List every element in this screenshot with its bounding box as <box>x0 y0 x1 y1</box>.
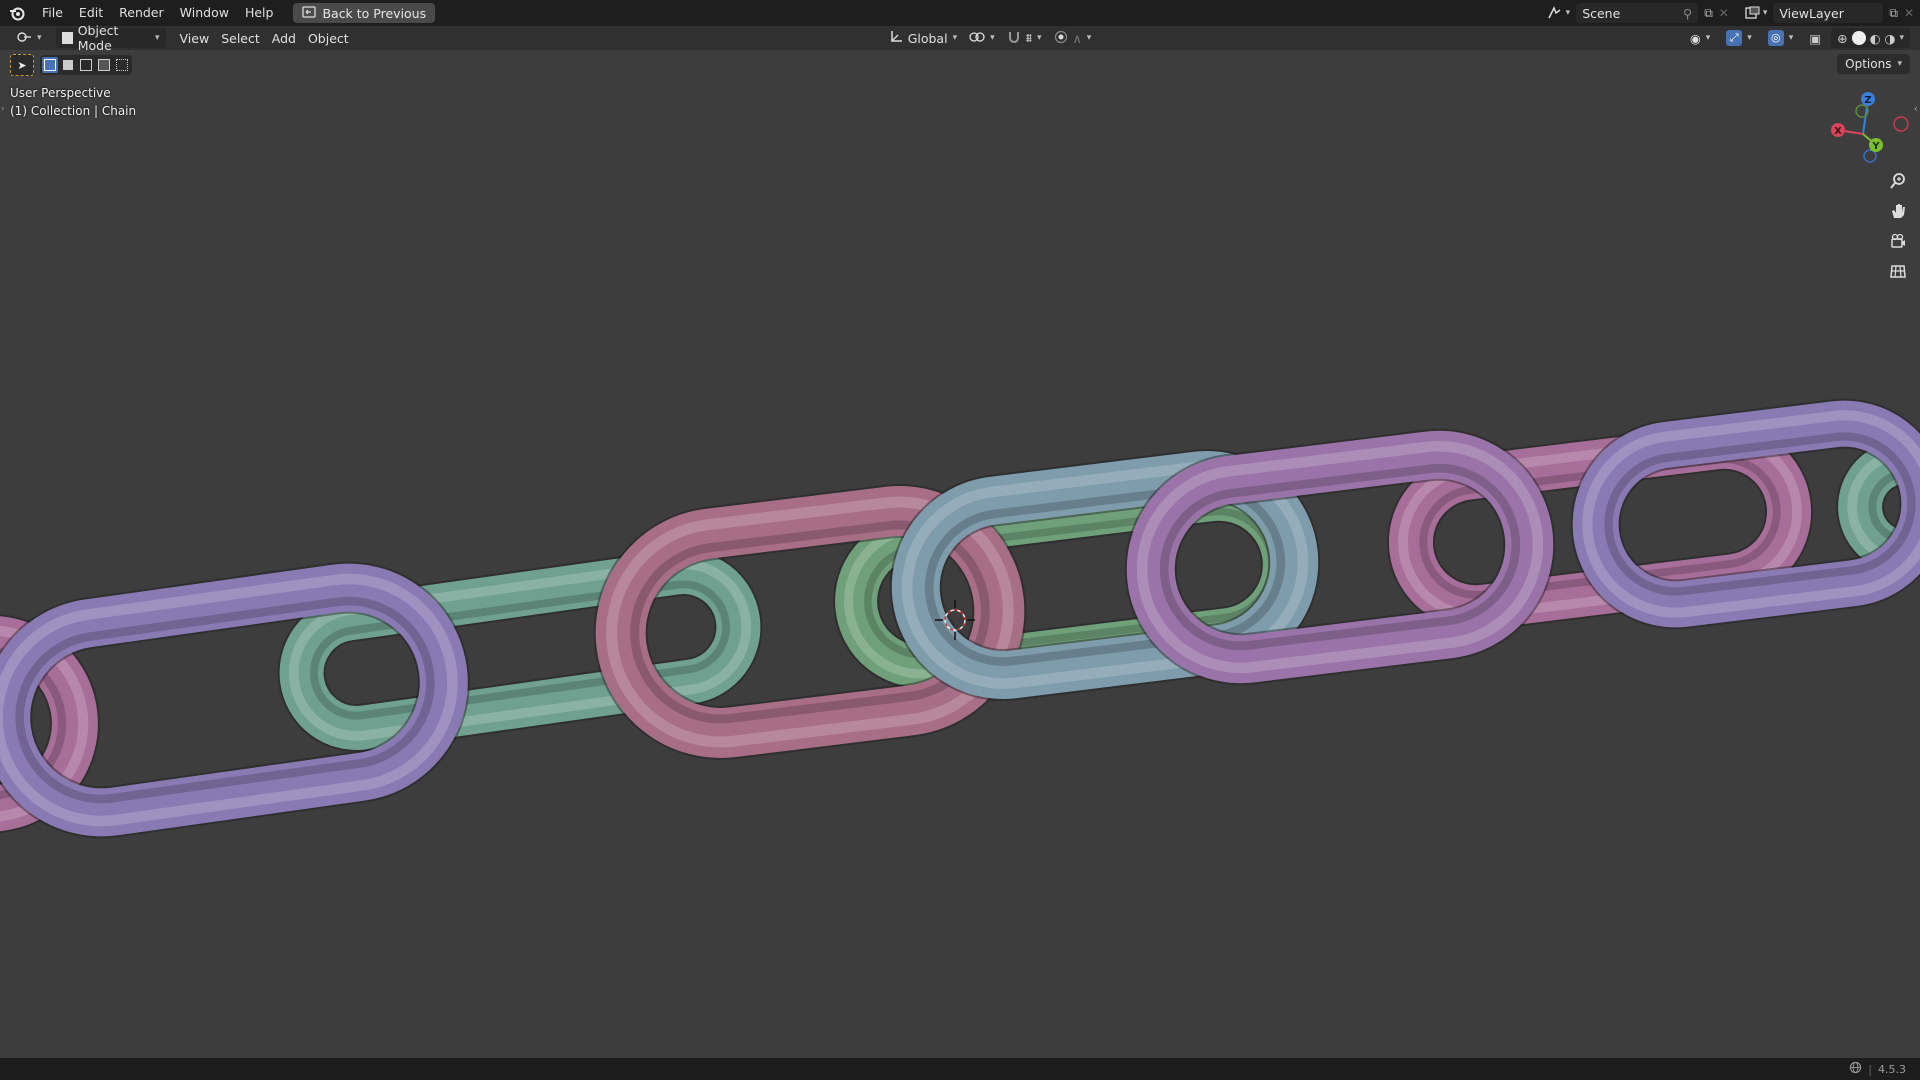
view-perspective-label: User Perspective <box>10 86 111 100</box>
selection-modes <box>40 55 132 75</box>
snap-target-icon: ⩩ <box>1025 30 1033 45</box>
snap-icon <box>1007 30 1021 47</box>
viewport-header: ▾ Object Mode ▾ View Select Add Object G… <box>0 23 1920 53</box>
rendered-shading-icon[interactable]: ◑ <box>1885 31 1896 46</box>
scene-selector[interactable]: Scene ⚲ <box>1576 3 1699 23</box>
proportional-icon <box>1054 30 1068 47</box>
mode-intersect-icon[interactable] <box>114 57 130 73</box>
transform-icon <box>889 30 903 47</box>
scene-name: Scene <box>1582 5 1621 21</box>
gizmo-z-axis[interactable]: Z <box>1861 92 1875 106</box>
editor-type-selector[interactable]: ▾ <box>10 28 48 48</box>
zoom-icon <box>1889 172 1907 193</box>
close-scene-icon[interactable]: ✕ <box>1719 6 1729 20</box>
new-scene-icon[interactable]: ⧉ <box>1704 6 1713 21</box>
solid-shading-icon[interactable] <box>1851 31 1866 45</box>
globe-icon <box>1849 1061 1862 1077</box>
blender-logo-icon[interactable] <box>0 5 34 21</box>
back-to-previous-button[interactable]: Back to Previous <box>293 3 436 23</box>
gizmo-y-axis[interactable]: Y <box>1869 138 1883 152</box>
hand-icon <box>1889 202 1907 223</box>
mode-extend-icon[interactable] <box>60 57 76 73</box>
eye-icon: ◉ <box>1689 30 1701 46</box>
pan-button[interactable] <box>1886 200 1910 224</box>
mode-subtract-icon[interactable] <box>78 57 94 73</box>
navigation-gizmo[interactable]: Z X Y <box>1818 88 1918 168</box>
pin-icon[interactable]: ⚲ <box>1683 6 1692 21</box>
pivot-icon <box>969 31 985 46</box>
viewlayer-icon[interactable]: ▾ <box>1745 6 1767 20</box>
gizmo-neg-x-icon[interactable] <box>1893 116 1909 132</box>
shading-modes[interactable]: ⊕ ◐ ◑ ▾ <box>1831 28 1910 48</box>
mode-invert-icon[interactable] <box>96 57 112 73</box>
tool-settings: ➤ <box>10 54 132 76</box>
overlays-toggle[interactable]: ◎ ▾ <box>1762 28 1800 48</box>
zoom-button[interactable] <box>1886 170 1910 194</box>
menu-select[interactable]: Select <box>215 28 266 48</box>
top-bar: File Edit Render Window Help Back to Pre… <box>0 0 1920 26</box>
transform-orientation-label: Global <box>907 30 948 46</box>
wireframe-shading-icon[interactable]: ⊕ <box>1837 31 1847 46</box>
tool-select-box[interactable]: ➤ <box>10 54 34 76</box>
gizmo-y-label: Y <box>1871 141 1880 152</box>
camera-icon <box>1889 232 1907 253</box>
viewport-3d[interactable] <box>0 0 1920 1080</box>
mode-label: Object Mode <box>77 23 119 53</box>
gizmo-z-label: Z <box>1864 95 1871 106</box>
status-bar: | 4.5.3 <box>0 1058 1920 1080</box>
snap-toggle[interactable]: ⩩ ▾ <box>1001 28 1048 48</box>
menu-add[interactable]: Add <box>266 28 302 48</box>
xray-toggle[interactable]: ▣ <box>1803 28 1827 48</box>
viewlayer-selector[interactable]: ViewLayer <box>1773 3 1884 23</box>
expand-arrow-icon[interactable]: › <box>1 104 5 114</box>
new-viewlayer-icon[interactable]: ⧉ <box>1889 6 1898 21</box>
back-to-previous-label: Back to Previous <box>322 5 427 21</box>
mode-icon <box>61 32 73 44</box>
mode-set-icon[interactable] <box>42 57 58 73</box>
collection-label: (1) Collection | Chain <box>10 104 137 118</box>
cursor-arrow-icon: ➤ <box>17 58 27 72</box>
transform-orientation-selector[interactable]: Global ▾ <box>883 28 963 48</box>
camera-view-button[interactable] <box>1886 230 1910 254</box>
menu-file[interactable]: File <box>34 0 71 26</box>
gizmo-x-axis[interactable]: X <box>1831 123 1845 137</box>
options-label: Options <box>1845 57 1892 71</box>
gizmo-x-label: X <box>1834 126 1842 137</box>
viewlayer-name: ViewLayer <box>1779 5 1844 21</box>
pivot-point-selector[interactable]: ▾ <box>963 28 1001 48</box>
menu-help[interactable]: Help <box>237 0 282 26</box>
close-viewlayer-icon[interactable]: ✕ <box>1904 6 1914 20</box>
scene-icon[interactable]: ▾ <box>1546 5 1570 21</box>
ortho-toggle-button[interactable] <box>1886 260 1910 284</box>
visibility-selector[interactable]: ◉ ▾ <box>1684 28 1716 48</box>
menu-view[interactable]: View <box>174 28 216 48</box>
grid-icon <box>1889 262 1907 283</box>
menu-object[interactable]: Object <box>302 28 355 48</box>
falloff-icon: ∧ <box>1072 30 1082 46</box>
back-icon <box>302 5 317 21</box>
options-dropdown[interactable]: Options ▾ <box>1837 54 1910 74</box>
mode-selector[interactable]: Object Mode ▾ <box>55 23 166 53</box>
xray-icon: ▣ <box>1809 30 1822 46</box>
editor-type-icon <box>16 30 32 47</box>
overlays-icon: ◎ <box>1767 30 1784 46</box>
chain-link[interactable] <box>1124 428 1556 686</box>
menu-window[interactable]: Window <box>172 0 237 26</box>
material-shading-icon[interactable]: ◐ <box>1870 31 1881 46</box>
gizmo-icon: ⤢ <box>1726 30 1743 46</box>
gizmo-toggle[interactable]: ⤢ ▾ <box>1720 28 1758 48</box>
version-label: 4.5.3 <box>1878 1062 1906 1076</box>
proportional-editing-toggle[interactable]: ∧ ▾ <box>1048 28 1098 48</box>
